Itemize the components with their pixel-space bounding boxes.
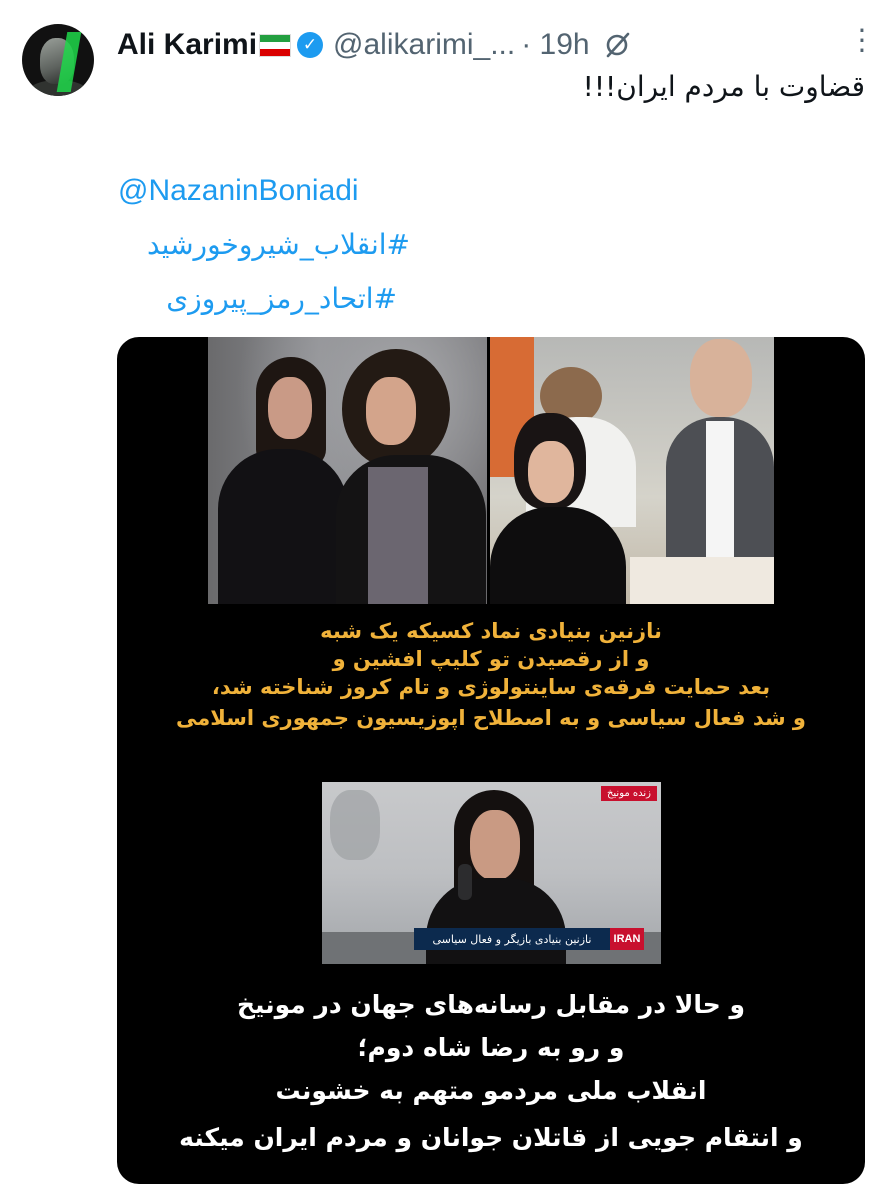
caption-line: و رو به رضا شاه دوم؛ [357, 1033, 625, 1062]
more-options-icon[interactable]: · · · [857, 17, 867, 65]
caption-line: بعد حمایت فرقه‌ی ساینتولوژی و تام کروز ش… [211, 675, 771, 699]
verified-badge-icon[interactable]: ✓ [297, 32, 324, 58]
tweet-header: Ali Karimi ✓ @alikarimi_... · 19h [117, 24, 867, 66]
tweet-media[interactable]: نازنین بنیادی نماد کسیکه یک شبه و از رقص… [117, 337, 865, 1184]
author-handle[interactable]: @alikarimi_... [333, 28, 515, 62]
caption-line: انقلاب ملی مردمو متهم به خشونت [275, 1076, 707, 1105]
author-avatar[interactable] [22, 24, 94, 96]
hashtag-link[interactable]: #انقلاب_شیروخورشید [147, 228, 410, 261]
iran-tv-logo: IRAN [610, 928, 644, 950]
caption-line: و شد فعال سیاسی و به اصطلاح اپوزیسیون جم… [176, 706, 806, 730]
author-name[interactable]: Ali Karimi [117, 28, 257, 62]
caption-line: و انتقام جویی از قاتلان جوانان و مردم ای… [179, 1123, 803, 1152]
tv-lower-third: نازنین بنیادی بازیگر و فعال سیاسی IRAN [414, 928, 644, 950]
mention-link[interactable]: @NazaninBoniadi [118, 174, 359, 208]
photo-tv-broadcast: زنده مونیخ نازنین بنیادی بازیگر و فعال س… [322, 782, 661, 964]
photo-two-women [208, 337, 487, 604]
iran-flag-icon [259, 33, 292, 57]
photo-un-meeting [490, 337, 774, 604]
caption-line: و حالا در مقابل رسانه‌های جهان در مونیخ [236, 990, 746, 1019]
tv-lower-third-text: نازنین بنیادی بازیگر و فعال سیاسی [432, 932, 592, 946]
grok-icon[interactable] [602, 30, 632, 60]
caption-line: نازنین بنیادی نماد کسیکه یک شبه [320, 619, 662, 643]
caption-line: و از رقصیدن تو کلیپ افشین و [332, 647, 650, 671]
hashtag-link[interactable]: #اتحاد_رمز_پیروزی [166, 282, 397, 315]
tv-live-tag: زنده مونیخ [600, 786, 657, 801]
tweet-text: قضاوت با مردم ایران!!! [582, 70, 865, 103]
tweet-timestamp[interactable]: · 19h [521, 28, 589, 62]
